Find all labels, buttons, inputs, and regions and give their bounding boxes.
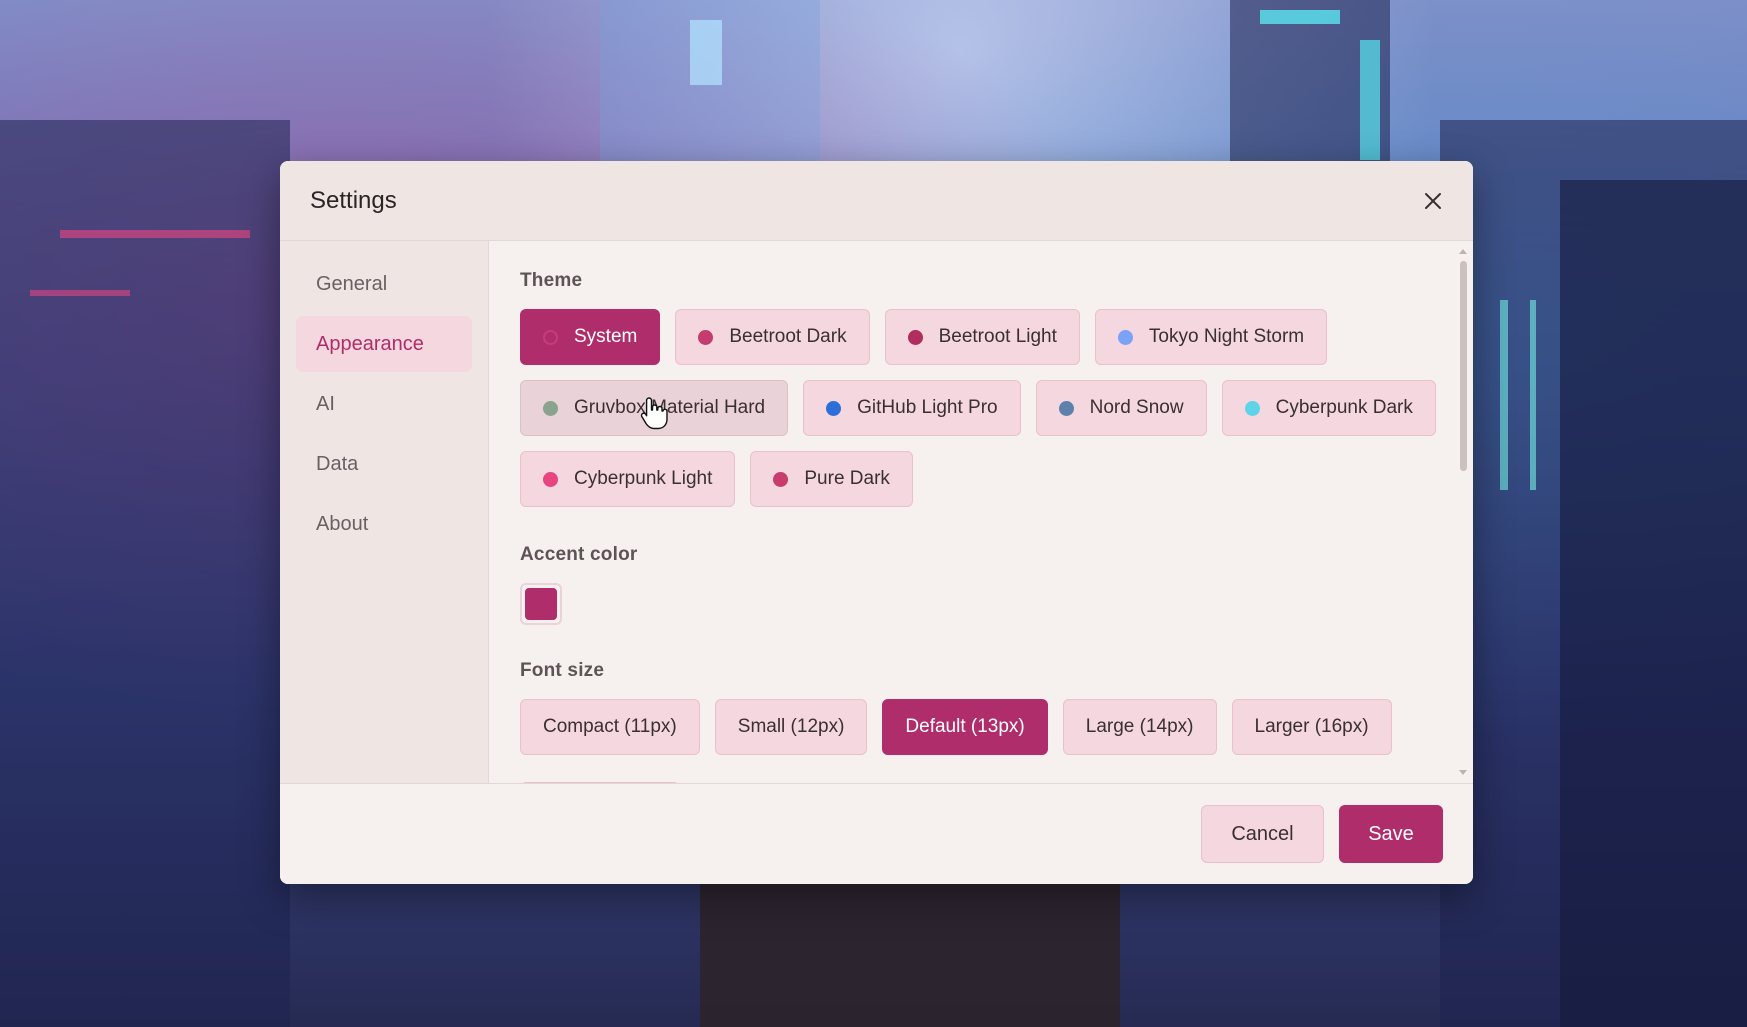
font-size-label: Font size <box>520 660 605 681</box>
theme-label: Theme <box>520 270 583 291</box>
accent-color-swatch[interactable] <box>520 583 562 625</box>
theme-dot-icon <box>1058 400 1074 416</box>
font-size-option-small[interactable]: Small (12px) <box>714 699 868 755</box>
font-size-option-default[interactable]: Default (13px) <box>882 699 1048 755</box>
theme-option-label: GitHub Light Pro <box>857 397 998 418</box>
sidebar-item-ai[interactable]: AI <box>296 376 472 432</box>
theme-option-label: Gruvbox Material Hard <box>574 397 766 418</box>
theme-dot-icon <box>698 329 714 345</box>
content-scrollbar[interactable] <box>1457 245 1469 779</box>
close-icon <box>1425 193 1441 209</box>
appearance-panel: Theme System Beetroot Dark Beetroot Ligh… <box>490 242 1473 783</box>
theme-option-cyberpunk-light[interactable]: Cyberpunk Light <box>520 451 736 507</box>
theme-option-beetroot-light[interactable]: Beetroot Light <box>884 309 1080 365</box>
font-size-options: Compact (11px) Small (12px) Default (13p… <box>520 699 1450 755</box>
theme-option-label: Beetroot Dark <box>729 326 847 347</box>
theme-option-label: Cyberpunk Dark <box>1275 397 1413 418</box>
theme-option-nord-snow[interactable]: Nord Snow <box>1035 380 1207 436</box>
font-size-option-large[interactable]: Large (14px) <box>1062 699 1217 755</box>
theme-option-pure-dark[interactable]: Pure Dark <box>750 451 913 507</box>
sidebar-item-general[interactable]: General <box>296 256 472 312</box>
theme-dot-icon <box>543 471 558 487</box>
theme-dot-icon <box>1244 400 1260 416</box>
scroll-thumb[interactable] <box>1460 261 1467 471</box>
dialog-title: Settings <box>310 187 397 214</box>
theme-option-github-light-pro[interactable]: GitHub Light Pro <box>803 380 1021 436</box>
font-size-option-larger[interactable]: Larger (16px) <box>1231 699 1392 755</box>
dialog-header: Settings <box>280 161 1473 241</box>
sidebar-item-data[interactable]: Data <box>296 436 472 492</box>
theme-dot-icon <box>826 400 842 416</box>
theme-dot-icon <box>773 471 789 487</box>
theme-option-label: Pure Dark <box>804 468 890 489</box>
scroll-down-icon[interactable] <box>1459 770 1467 775</box>
sidebar-item-about[interactable]: About <box>296 496 472 552</box>
cancel-button[interactable]: Cancel <box>1201 805 1324 863</box>
close-button[interactable] <box>1415 183 1451 219</box>
hand-pointer-icon <box>640 397 668 430</box>
scroll-up-icon[interactable] <box>1459 249 1467 254</box>
theme-dot-icon <box>543 400 558 416</box>
theme-option-system[interactable]: System <box>520 309 661 365</box>
accent-color-label: Accent color <box>520 544 638 565</box>
theme-dot-icon <box>907 329 923 345</box>
theme-dot-icon <box>1117 329 1133 345</box>
theme-option-tokyo-night-storm[interactable]: Tokyo Night Storm <box>1094 309 1328 365</box>
theme-option-label: Beetroot Light <box>938 326 1057 347</box>
theme-option-cyberpunk-dark[interactable]: Cyberpunk Dark <box>1221 380 1436 436</box>
theme-section: Theme System Beetroot Dark Beetroot Ligh… <box>520 270 1473 507</box>
save-button[interactable]: Save <box>1339 805 1443 863</box>
theme-option-label: Cyberpunk Light <box>574 468 713 489</box>
theme-option-label: Tokyo Night Storm <box>1148 326 1305 347</box>
settings-dialog: Settings General Appearance AI Data Abou… <box>280 161 1473 884</box>
font-size-option-compact[interactable]: Compact (11px) <box>520 699 700 755</box>
settings-sidebar: General Appearance AI Data About <box>280 241 489 783</box>
theme-option-label: System <box>574 326 638 347</box>
sidebar-item-appearance[interactable]: Appearance <box>296 316 472 372</box>
theme-option-label: Nord Snow <box>1089 397 1184 418</box>
theme-dot-icon <box>543 329 558 345</box>
accent-color-fill <box>525 588 557 620</box>
dialog-footer: Cancel Save <box>280 783 1473 884</box>
theme-option-beetroot-dark[interactable]: Beetroot Dark <box>675 309 870 365</box>
